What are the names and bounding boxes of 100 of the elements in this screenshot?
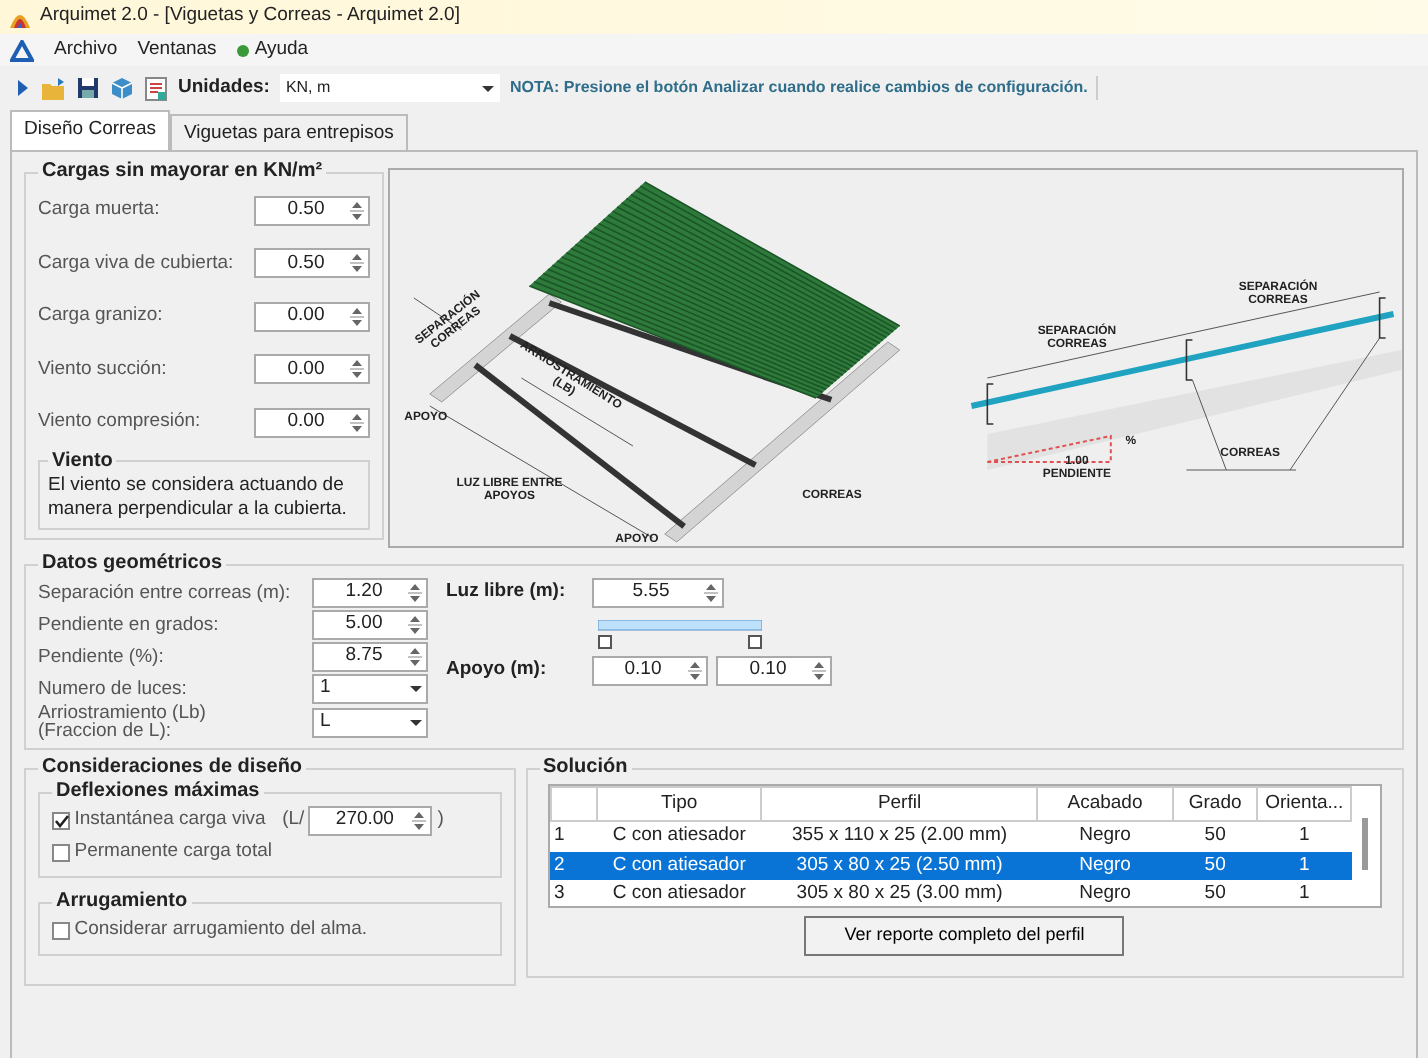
group-title: Consideraciones de diseño [40,756,305,780]
spin-field[interactable]: 1.20 [312,577,428,607]
menu-item[interactable]: Ventanas [137,35,217,65]
cube-icon[interactable] [110,76,134,100]
table-cell: 50 [1172,851,1258,880]
units-dropdown[interactable]: KN, m [279,74,500,102]
table-cell: 1 [1257,851,1351,880]
check-icon [53,813,69,827]
report-icon[interactable] [144,75,168,101]
table-cell: 305 x 80 x 25 (2.50 mm) [761,851,1038,880]
tab[interactable]: Viguetas para entrepisos [170,114,408,150]
checkbox[interactable] [52,843,70,861]
table-cell: Negro [1037,879,1173,906]
help-icon [236,43,251,57]
table-cell: Negro [1037,821,1173,851]
spinner-icon[interactable] [412,809,427,831]
table-cell: 1 [1257,821,1351,851]
spinner-icon[interactable] [350,305,364,328]
field-label: Carga muerta: [38,196,160,225]
field-label: Separación entre correas (m): [38,583,291,601]
spin-field[interactable]: 0.50 [254,248,370,279]
table-row[interactable]: 3 C con atiesador 305 x 80 x 25 (3.00 mm) Negro 50 1 [550,879,1351,906]
checkbox-label: Considerar arrugamiento del alma. [74,915,368,944]
checkbox-label: Instantánea carga viva [74,805,266,834]
note-text: NOTA: Presione el botón Analizar cuando realice cambios de configuración. [509,76,1098,100]
spin-field[interactable]: 0.50 [254,195,370,226]
field-label: Carga granizo: [38,302,163,331]
field-label: Luz libre (m): [446,577,568,606]
field-label: Viento compresión: [38,408,201,437]
spinner-icon[interactable] [408,645,422,667]
spinner-icon[interactable] [703,581,717,603]
window-title: Arquimet 2.0 - [Viguetas y Correas - Arquimet 2.0] [40,2,460,31]
spin-field[interactable]: 0.00 [254,354,370,385]
checkbox[interactable] [52,921,70,939]
group-title: Arrugamiento [54,890,190,914]
save-icon[interactable] [76,76,100,100]
table-row[interactable]: 2 C con atiesador 305 x 80 x 25 (2.50 mm) Negro 50 1 [550,851,1351,880]
spin-field[interactable]: 5.00 [312,609,428,639]
menu-item[interactable]: Archivo [54,35,118,65]
dropdown-field[interactable]: L [312,707,428,737]
field-label: Arriostramiento (Lb) (Fraccion de L): [38,704,206,740]
table-row[interactable]: 1 C con atiesador 355 x 110 x 25 (2.00 mm) Negro 50 1 [550,821,1351,851]
app-icon[interactable] [10,39,34,61]
spinner-icon[interactable] [687,660,701,682]
group-title: Datos geométricos [40,552,225,576]
table-cell: 305 x 80 x 25 (3.00 mm) [761,879,1038,906]
table-cell: 50 [1172,821,1258,851]
spin-field[interactable]: 0.10 [716,656,832,686]
spinner-icon[interactable] [350,411,364,434]
group-title: Deflexiones máximas [54,780,262,804]
spin-field[interactable]: 8.75 [312,641,428,671]
menu-item[interactable]: Ayuda [254,35,309,65]
spinner-icon[interactable] [408,581,422,603]
dropdown-arrow-icon[interactable] [410,685,422,691]
spin-field[interactable]: 0.10 [591,656,707,686]
spinner-icon[interactable] [408,613,422,635]
table-cell: 3 [550,879,597,906]
report-button[interactable]: Ver reporte completo del perfil [804,916,1125,955]
table-cell: C con atiesador [596,821,762,851]
spin-field[interactable]: 270.00 [308,805,433,835]
checkbox[interactable] [52,811,70,829]
column-header: Grado [1172,787,1258,822]
units-label: Unidades: [178,73,270,102]
table-cell: 355 x 110 x 25 (2.00 mm) [761,821,1038,851]
run-icon[interactable] [16,78,30,98]
table-cell: 2 [550,851,597,880]
spin-field[interactable]: 0.00 [254,301,370,332]
ratio-suffix: ) [437,805,444,834]
open-folder-icon[interactable] [40,76,66,100]
spinner-icon[interactable] [812,660,826,682]
field-label: Pendiente (%): [38,647,164,665]
column-header: Acabado [1037,787,1173,822]
table-cell: 1 [550,821,597,851]
dropdown-arrow-icon[interactable] [410,719,422,725]
column-header: Perfil [761,787,1038,822]
spinner-icon[interactable] [350,252,364,275]
dropdown-arrow-icon[interactable] [481,85,494,91]
field-label: Viento succión: [38,355,167,384]
dropdown-field[interactable]: 1 [312,673,428,703]
spin-field[interactable]: 0.00 [254,407,370,438]
spinner-icon[interactable] [350,358,364,381]
spin-field[interactable]: 5.55 [591,577,723,607]
group-title: Viento [50,449,115,473]
table-cell: C con atiesador [596,879,762,906]
column-header: Orienta... [1257,787,1351,822]
group-title: Cargas sin mayorar en KN/m² [40,160,325,184]
wind-note: El viento se considera actuando de manera perpendicular a la cubierta. [48,473,349,521]
group-title: Solución [541,756,630,780]
table-cell: C con atiesador [596,851,762,880]
column-header: Tipo [596,787,762,822]
ratio-prefix: (L/ [282,805,305,834]
field-label: Apoyo (m): [446,656,549,685]
checkbox-label: Permanente carga total [74,837,273,866]
table-cell: Negro [1037,851,1173,880]
table-cell: 50 [1172,879,1258,906]
field-label: Pendiente en grados: [38,615,219,633]
field-label: Carga viva de cubierta: [38,249,234,278]
tab[interactable]: Diseño Correas [10,110,170,150]
spinner-icon[interactable] [350,199,364,222]
table-cell: 1 [1257,879,1351,906]
